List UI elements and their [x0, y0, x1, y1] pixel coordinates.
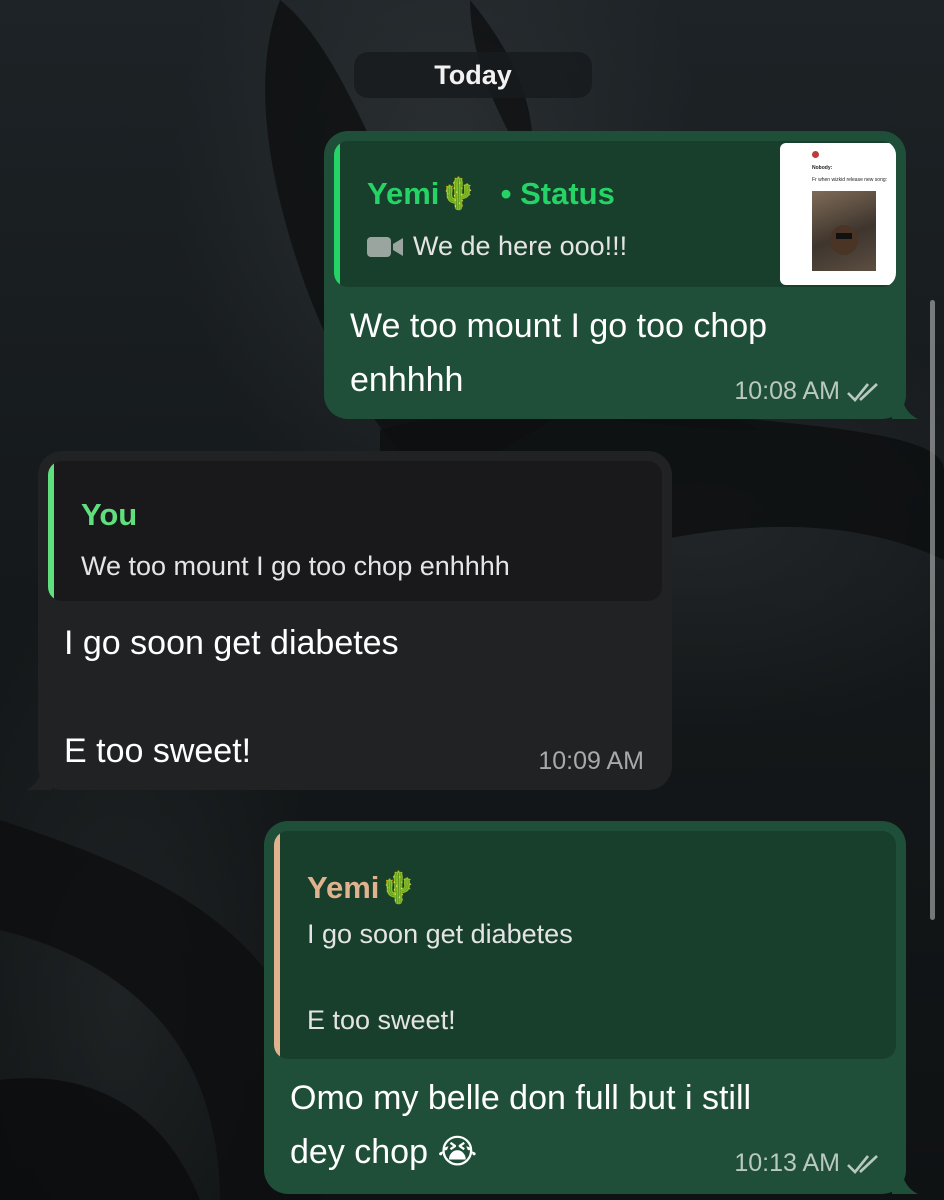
quote-accent-bar	[274, 831, 280, 1059]
quoted-message-reply[interactable]: Yemi🌵 I go soon get diabetes E too sweet…	[274, 831, 896, 1059]
date-separator: Today	[354, 52, 592, 98]
video-camera-icon	[367, 236, 403, 257]
quoted-message-reply[interactable]: You We too mount I go too chop enhhhh	[48, 461, 662, 601]
scrollbar[interactable]	[930, 300, 935, 920]
message-text: We too mount I go too chop enhhhh	[350, 307, 768, 399]
cactus-emoji: 🌵	[439, 176, 478, 211]
quoted-sender-name: You	[81, 497, 138, 532]
message-timestamp: 10:13 AM	[734, 1149, 882, 1178]
double-check-icon	[847, 1154, 878, 1174]
double-check-icon	[847, 382, 878, 402]
message-text: Omo my belle don full but i still dey ch…	[290, 1079, 752, 1171]
message-timestamp: 10:08 AM	[734, 377, 882, 406]
bubble-tail	[892, 1168, 918, 1194]
quoted-message-text: I go soon get diabetes E too sweet!	[307, 919, 573, 1035]
message-text: I go soon get diabetes E too sweet!	[64, 624, 399, 770]
cactus-emoji: 🌵	[379, 870, 418, 905]
thumbnail-photo	[812, 191, 876, 271]
quoted-status-text: We de here ooo!!!	[367, 231, 627, 262]
thumbnail-header: Nobody:	[812, 165, 833, 171]
status-thumbnail[interactable]: Nobody: Fr when wizkid release new song:	[780, 143, 896, 285]
bubble-tail	[892, 393, 918, 419]
quoted-status-reply[interactable]: Yemi🌵 • Status We de here ooo!!! Nobody:…	[334, 141, 896, 287]
outgoing-message-bubble[interactable]: Yemi🌵 • Status We de here ooo!!! Nobody:…	[324, 131, 918, 419]
quoted-sender-name: Yemi🌵 • Status	[367, 176, 615, 211]
quoted-sender-name: Yemi🌵	[307, 870, 418, 905]
quote-accent-bar	[334, 141, 340, 287]
incoming-message-bubble[interactable]: You We too mount I go too chop enhhhh I …	[26, 451, 672, 790]
status-label: • Status	[500, 176, 615, 211]
message-timestamp: 10:09 AM	[538, 747, 644, 775]
thumbnail-caption: Fr when wizkid release new song:	[812, 177, 888, 183]
outgoing-message-bubble[interactable]: Yemi🌵 I go soon get diabetes E too sweet…	[264, 821, 918, 1194]
thumbnail-avatar	[812, 151, 819, 158]
bubble-tail	[26, 764, 52, 790]
quote-accent-bar	[48, 461, 54, 601]
quoted-message-text: We too mount I go too chop enhhhh	[81, 551, 510, 581]
